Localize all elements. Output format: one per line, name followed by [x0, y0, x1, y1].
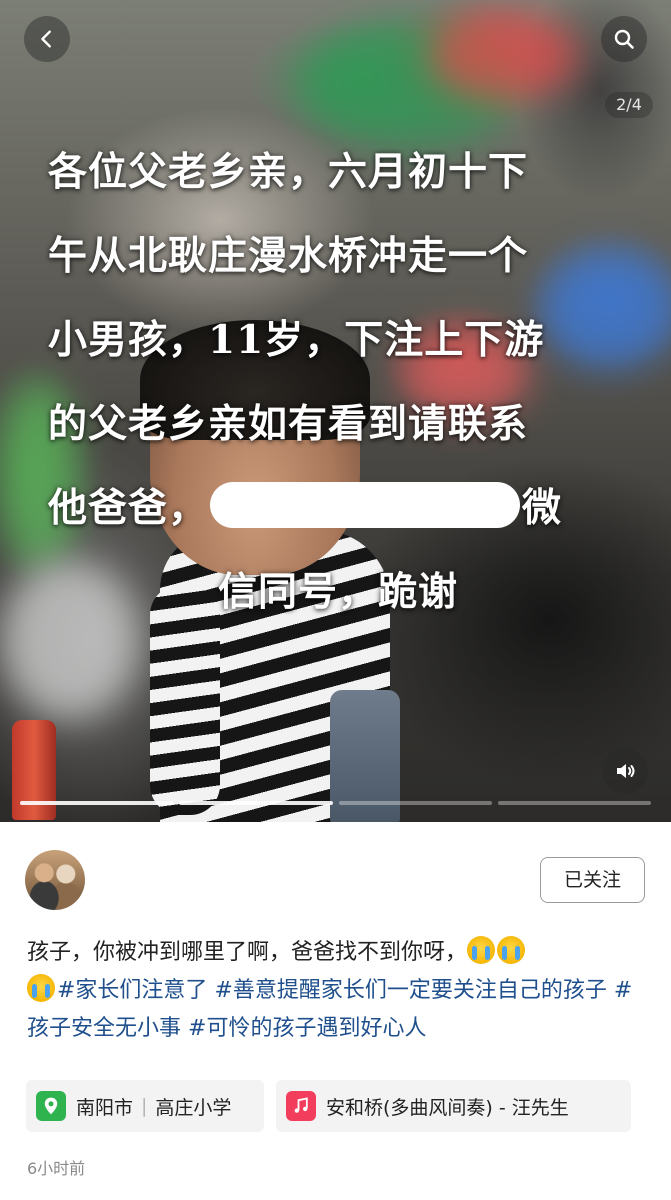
post-description: 孩子，你被冲到哪里了啊，爸爸找不到你呀， #家长们注意了 #善意提醒家长们一定要关…	[27, 934, 647, 1048]
caption-line: 的父老乡亲如有看到请联系	[48, 401, 529, 447]
description-text: 孩子，你被冲到哪里了啊，爸爸找不到你呀，	[27, 940, 468, 965]
location-city: 南阳市	[76, 1096, 134, 1119]
avatar[interactable]	[25, 850, 85, 910]
redacted-phone	[210, 482, 521, 528]
caption-line: 他爸爸， 微	[48, 466, 628, 550]
search-button[interactable]	[601, 16, 647, 62]
progress-segment	[20, 801, 174, 805]
post-time: 6小时前	[27, 1159, 86, 1178]
post-media[interactable]: 各位父老乡亲，六月初十下 午从北耿庄漫水桥冲走一个 小男孩，11岁，下注上下游 …	[0, 0, 671, 822]
search-icon	[614, 29, 634, 49]
follow-button[interactable]: 已关注	[540, 857, 645, 903]
bottom-bar	[0, 1190, 671, 1200]
location-place: 高庄小学	[155, 1096, 232, 1119]
hashtag-link[interactable]: #善意提醒家长们一定要关注自己的孩子	[214, 978, 606, 1003]
crying-emoji-icon	[467, 936, 496, 964]
image-counter: 2/4	[605, 92, 653, 118]
location-pin-icon	[36, 1091, 66, 1121]
divider: |	[141, 1095, 148, 1117]
progress-segment	[497, 801, 651, 805]
caption-suffix: 微	[522, 485, 563, 531]
progress-segment	[179, 801, 333, 805]
progress-segment	[338, 801, 492, 805]
music-title: 安和桥(多曲风间奏) - 汪先生	[326, 1096, 569, 1119]
music-note-icon	[286, 1091, 316, 1121]
image-progress	[20, 801, 651, 805]
back-arrow-icon	[41, 30, 51, 48]
location-chip[interactable]: 南阳市 | 高庄小学	[26, 1080, 264, 1132]
hashtag-link[interactable]: #可怜的孩子遇到好心人	[188, 1016, 426, 1041]
speaker-icon	[617, 764, 635, 778]
music-chip[interactable]: 安和桥(多曲风间奏) - 汪先生	[276, 1080, 631, 1132]
crying-emoji-icon	[27, 974, 55, 1002]
crying-emoji-icon	[497, 936, 526, 964]
caption-prefix: 他爸爸，	[48, 485, 209, 531]
caption-line: 各位父老乡亲，六月初十下	[48, 149, 529, 195]
caption-line: 信同号，跪谢	[217, 569, 458, 615]
hashtag-link[interactable]: #家长们注意了	[57, 978, 207, 1003]
back-button[interactable]	[24, 16, 70, 62]
overlay-caption: 各位父老乡亲，六月初十下 午从北耿庄漫水桥冲走一个 小男孩，11岁，下注上下游 …	[48, 130, 628, 634]
sound-button[interactable]	[602, 748, 648, 794]
caption-line: 小男孩，11岁，下注上下游	[48, 317, 545, 363]
caption-line: 午从北耿庄漫水桥冲走一个	[48, 233, 529, 279]
